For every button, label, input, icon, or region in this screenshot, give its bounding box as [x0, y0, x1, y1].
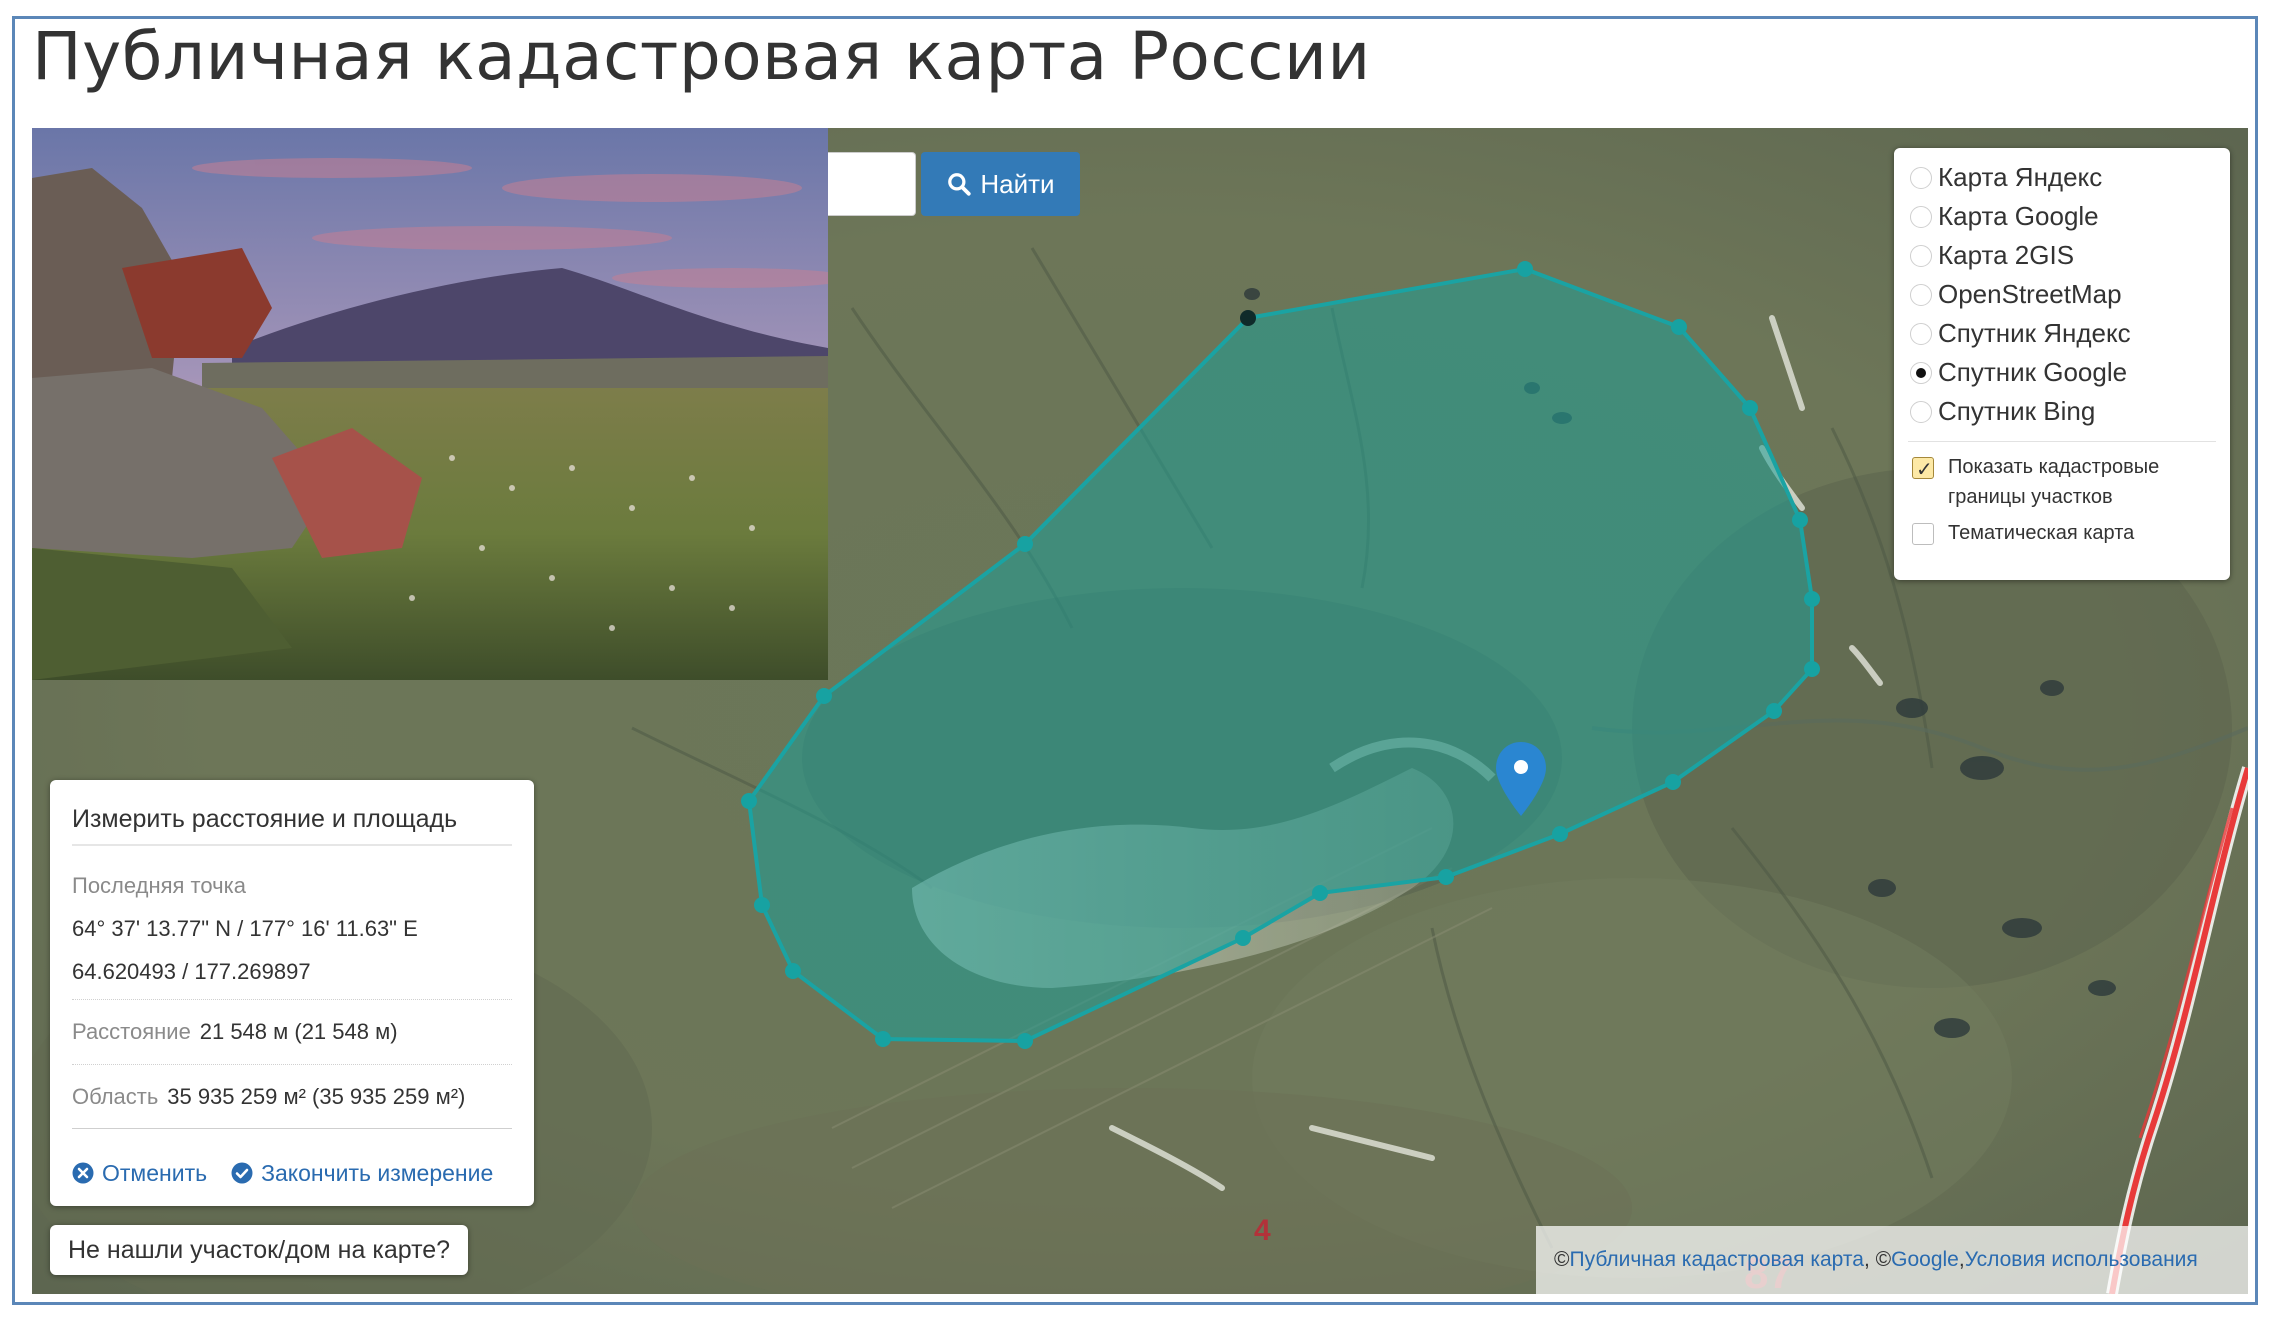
google-link[interactable]: Google [1891, 1248, 1959, 1272]
layer-option-label: Спутник Яндекс [1938, 318, 2131, 348]
area-value: 35 935 259 м² (35 935 259 м²) [167, 1084, 466, 1109]
layer-option-label: Спутник Google [1938, 357, 2128, 387]
distance-label: Расстояние [72, 1019, 191, 1044]
layer-option-bing-satellite[interactable]: Спутник Bing [1908, 392, 2216, 431]
layer-option-yandex-satellite[interactable]: Спутник Яндекс [1908, 314, 2216, 353]
layer-option-google-map[interactable]: Карта Google [1908, 197, 2216, 236]
last-point-decimal: 64.620493 / 177.269897 [72, 959, 311, 984]
search-button[interactable]: Найти [921, 152, 1080, 216]
measure-panel-title: Измерить расстояние и площадь [72, 794, 512, 846]
checkbox-checked[interactable] [1912, 454, 1934, 484]
attribution-separator: , © [1863, 1248, 1892, 1271]
radio-button[interactable] [1910, 400, 1932, 423]
check-circle-icon [231, 1162, 253, 1184]
search-input[interactable] [828, 152, 916, 216]
page-title: Публичная кадастровая карта России [32, 18, 1371, 95]
last-point-label: Последняя точка [72, 873, 246, 898]
terms-link[interactable]: Условия использования [1965, 1248, 2198, 1272]
layer-option-yandex-map[interactable]: Карта Яндекс [1908, 158, 2216, 197]
cancel-measure-label: Отменить [102, 1160, 208, 1186]
radio-button[interactable] [1910, 283, 1932, 306]
checkbox[interactable] [1912, 523, 1934, 545]
measure-panel: Измерить расстояние и площадь Последняя … [50, 780, 534, 1206]
cadastral-borders-toggle[interactable]: Показать кадастровые границы участков [1908, 452, 2216, 512]
last-point-dms: 64° 37' 13.77" N / 177° 16' 11.63" E [72, 916, 418, 941]
layer-option-label: Спутник Bing [1938, 396, 2096, 426]
pkk-link[interactable]: Публичная кадастровая карта [1569, 1248, 1863, 1272]
cancel-measure-button[interactable]: Отменить [72, 1139, 207, 1207]
radio-button[interactable] [1910, 244, 1932, 267]
radio-button[interactable] [1910, 166, 1932, 189]
search-button-label: Найти [980, 168, 1055, 199]
radio-button[interactable] [1910, 205, 1932, 228]
layer-option-label: Карта 2GIS [1938, 240, 2075, 270]
layer-option-google-satellite[interactable]: Спутник Google [1908, 353, 2216, 392]
checkbox-label: Показать кадастровые границы участков [1948, 456, 2160, 508]
layer-option-label: OpenStreetMap [1938, 279, 2122, 309]
layer-switcher-panel: Карта Яндекс Карта Google Карта 2GIS Ope… [1894, 148, 2230, 580]
layer-option-label: Карта Google [1938, 201, 2099, 231]
polygon-start-vertex[interactable] [1240, 310, 1256, 326]
search-icon [948, 173, 972, 196]
not-found-button[interactable]: Не нашли участок/дом на карте? [50, 1225, 469, 1275]
layer-option-2gis-map[interactable]: Карта 2GIS [1908, 236, 2216, 275]
distance-value: 21 548 м (21 548 м) [199, 1019, 398, 1044]
divider [1908, 441, 2216, 442]
radio-button[interactable] [1910, 322, 1932, 345]
layer-option-openstreetmap[interactable]: OpenStreetMap [1908, 275, 2216, 314]
layer-option-label: Карта Яндекс [1938, 162, 2103, 192]
thematic-map-toggle[interactable]: Тематическая карта [1908, 518, 2216, 548]
road-number-label: 4 [1254, 1214, 1271, 1247]
attribution-prefix: © [1554, 1248, 1570, 1271]
landscape-photo [32, 128, 828, 680]
finish-measure-button[interactable]: Закончить измерение [231, 1139, 493, 1207]
area-label: Область [72, 1084, 159, 1109]
radio-button-selected[interactable] [1910, 361, 1932, 384]
checkbox-label: Тематическая карта [1948, 522, 2135, 544]
map-attribution: © Публичная кадастровая карта, © Google,… [1536, 1226, 2248, 1294]
close-circle-icon [72, 1162, 94, 1184]
finish-measure-label: Закончить измерение [261, 1160, 494, 1186]
